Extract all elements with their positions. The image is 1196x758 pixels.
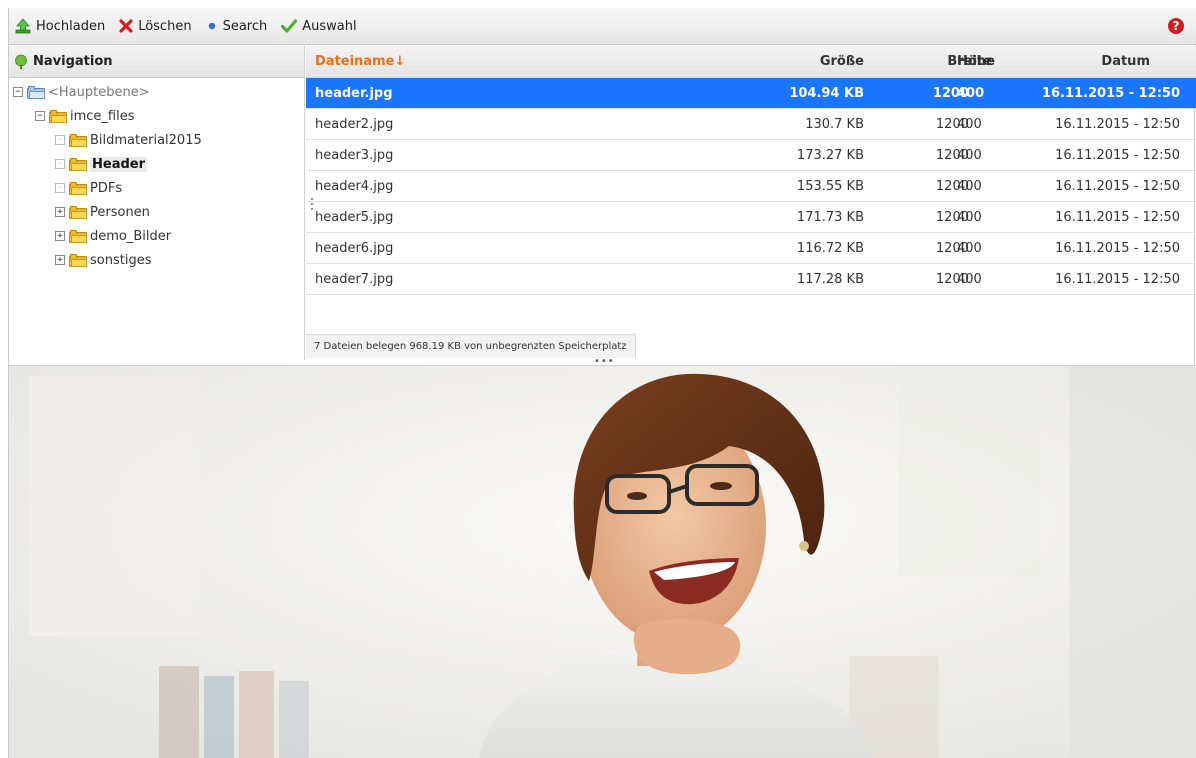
file-name: header4.jpg [315, 179, 394, 194]
folder-icon [49, 109, 67, 123]
file-name: header3.jpg [315, 148, 394, 163]
file-size: 116.72 KB [796, 241, 864, 256]
file-height: 400 [957, 148, 982, 163]
file-size: 153.55 KB [796, 179, 864, 194]
navigation-header: Navigation [9, 46, 304, 78]
file-height: 400 [957, 210, 982, 225]
leaf-toggle[interactable]: · [55, 183, 65, 193]
select-label: Auswahl [302, 18, 357, 34]
status-bar: 7 Dateien belegen 968.19 KB von unbegren… [306, 334, 636, 358]
file-list-header: Dateiname↓ Größe Breite Höhe Datum [306, 46, 1196, 78]
file-list: Dateiname↓ Größe Breite Höhe Datum heade… [306, 46, 1196, 360]
tree-node-header[interactable]: · Header [55, 155, 148, 173]
tree-icon [15, 54, 27, 69]
file-size: 104.94 KB [789, 86, 864, 101]
file-name: header6.jpg [315, 241, 394, 256]
file-height: 400 [957, 179, 982, 194]
file-name: header.jpg [315, 86, 393, 101]
file-row[interactable]: header7.jpg 117.28 KB 1200 400 16.11.201… [306, 264, 1196, 295]
tree-node-label: sonstiges [90, 252, 152, 268]
file-date: 16.11.2015 - 12:50 [1055, 272, 1180, 287]
file-height: 400 [957, 86, 985, 101]
tree-node-label: Bildmaterial2015 [90, 132, 202, 148]
help-icon[interactable]: ? [1168, 18, 1184, 34]
navigation-title: Navigation [33, 54, 113, 69]
folder-icon [69, 229, 87, 243]
file-name: header2.jpg [315, 117, 394, 132]
search-button[interactable]: Search [206, 18, 268, 34]
tree-node-root[interactable]: − <Hauptebene> [13, 83, 150, 101]
file-size: 130.7 KB [805, 117, 864, 132]
file-row[interactable]: header2.jpg 130.7 KB 1200 400 16.11.2015… [306, 109, 1196, 140]
file-size: 173.27 KB [796, 148, 864, 163]
folder-icon [27, 85, 45, 99]
expand-toggle[interactable]: + [55, 255, 65, 265]
file-name: header5.jpg [315, 210, 394, 225]
leaf-toggle[interactable]: · [55, 159, 65, 169]
file-row[interactable]: header3.jpg 173.27 KB 1200 400 16.11.201… [306, 140, 1196, 171]
file-date: 16.11.2015 - 12:50 [1055, 179, 1180, 194]
folder-open-icon [69, 157, 87, 171]
file-name: header7.jpg [315, 272, 394, 287]
delete-label: Löschen [138, 18, 192, 34]
toolbar: Hochladen Löschen Search Auswahl ? [9, 8, 1196, 45]
folder-icon [69, 205, 87, 219]
tree-node-personen[interactable]: + Personen [55, 203, 150, 221]
tree-node-label: Header [90, 156, 148, 172]
expand-toggle[interactable]: + [55, 207, 65, 217]
tree-node-bildmaterial2015[interactable]: · Bildmaterial2015 [55, 131, 202, 149]
tree-node-label: PDFs [90, 180, 123, 196]
file-date: 16.11.2015 - 12:50 [1055, 117, 1180, 132]
column-header-size[interactable]: Größe [820, 54, 864, 69]
file-size: 171.73 KB [796, 210, 864, 225]
file-date: 16.11.2015 - 12:50 [1041, 86, 1180, 101]
file-height: 400 [957, 241, 982, 256]
delete-button[interactable]: Löschen [119, 18, 192, 34]
file-height: 400 [957, 117, 982, 132]
search-label: Search [222, 18, 268, 34]
file-row-selected[interactable]: header.jpg 104.94 KB 1200 400 16.11.2015… [306, 78, 1196, 109]
file-date: 16.11.2015 - 12:50 [1055, 210, 1180, 225]
checkmark-icon [281, 19, 298, 33]
navigation-pane: Navigation − <Hauptebene> − imce_files ·… [9, 46, 305, 360]
column-header-height[interactable]: Höhe [957, 54, 995, 69]
tree-node-label: imce_files [70, 108, 135, 124]
file-browser-window: Hochladen Löschen Search Auswahl ? Navig… [8, 8, 1196, 758]
column-header-filename[interactable]: Dateiname↓ [315, 54, 405, 69]
expand-toggle[interactable]: + [55, 231, 65, 241]
upload-icon [15, 18, 31, 34]
collapse-toggle[interactable]: − [35, 111, 45, 121]
tree-node-imce-files[interactable]: − imce_files [35, 107, 135, 125]
upload-label: Hochladen [36, 18, 106, 34]
file-date: 16.11.2015 - 12:50 [1055, 241, 1180, 256]
file-row[interactable]: header4.jpg 153.55 KB 1200 400 16.11.201… [306, 171, 1196, 202]
upload-button[interactable]: Hochladen [15, 18, 105, 34]
folder-icon [69, 253, 87, 267]
tree-node-label: demo_Bilder [90, 228, 172, 244]
tree-node-demo-bilder[interactable]: + demo_Bilder [55, 227, 171, 245]
leaf-toggle[interactable]: · [55, 135, 65, 145]
column-header-date[interactable]: Datum [1101, 54, 1150, 69]
file-size: 117.28 KB [796, 272, 864, 287]
tree-node-sonstiges[interactable]: + sonstiges [55, 251, 151, 269]
tree-node-pdfs[interactable]: · PDFs [55, 179, 122, 197]
tree-node-label: Personen [90, 204, 150, 220]
file-date: 16.11.2015 - 12:50 [1055, 148, 1180, 163]
image-preview [9, 365, 1196, 758]
file-row[interactable]: header5.jpg 171.73 KB 1200 400 16.11.201… [306, 202, 1196, 233]
search-dot-icon [208, 22, 215, 30]
preview-photo [9, 366, 1196, 758]
tree-node-label: <Hauptebene> [48, 84, 150, 100]
collapse-toggle[interactable]: − [13, 87, 23, 97]
file-row[interactable]: header6.jpg 116.72 KB 1200 400 16.11.201… [306, 233, 1196, 264]
folder-icon [69, 181, 87, 195]
folder-icon [69, 133, 87, 147]
select-button[interactable]: Auswahl [281, 18, 357, 34]
delete-icon [119, 19, 133, 33]
file-height: 400 [957, 272, 982, 287]
